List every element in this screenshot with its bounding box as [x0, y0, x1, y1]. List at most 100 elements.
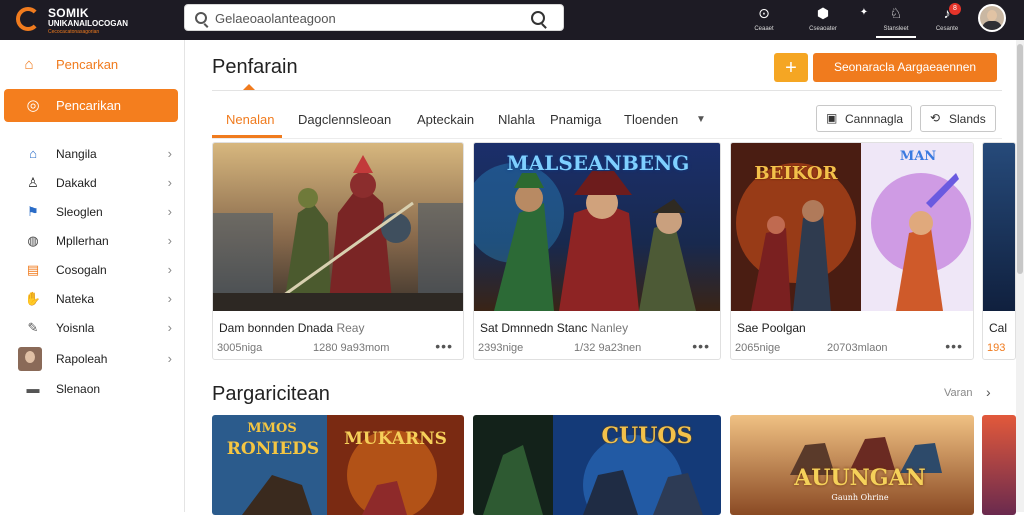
card-subtitle: Reay — [336, 321, 365, 335]
ticket-icon: ▤ — [26, 262, 40, 277]
nav-profile[interactable]: ♘ Stansleet — [876, 4, 916, 38]
title-divider — [212, 90, 1002, 91]
sidebar-item-nateka[interactable]: ✋ Nateka › — [24, 288, 180, 310]
sidebar-item-explore[interactable]: ◎ Pencarikan — [4, 89, 178, 122]
card-art-title: MALSEANBENG — [506, 151, 690, 175]
card-title: Dam bonnden Dnada Reay — [219, 321, 364, 335]
gamepad-icon: ◍ — [27, 233, 39, 248]
slands-button[interactable]: ⟲ Slands — [920, 105, 996, 132]
explore-icon: ◎ — [26, 97, 40, 114]
game-card[interactable]: MALSEANBENG Sat Dmnnedn Stanc Nanley 239… — [473, 142, 721, 360]
chevron-right-icon: › — [167, 233, 172, 248]
chevron-right-icon[interactable]: › — [986, 384, 991, 400]
search-submit-icon[interactable] — [531, 11, 545, 25]
tab-apteckain[interactable]: Apteckain — [417, 112, 474, 127]
chevron-right-icon: › — [167, 351, 172, 366]
card-art-title: BEIKOR — [754, 163, 838, 184]
user-icon: ♘ — [889, 5, 903, 21]
sidebar: ⌂ Pencarkan ◎ Pencarikan ⌂ Nangila › ♙ D… — [0, 40, 185, 512]
sidebar-item-cosogaln[interactable]: ▤ Cosogaln › — [24, 259, 180, 281]
game-card[interactable]: MMOS RONIEDS MUKARNS — [212, 415, 464, 515]
game-card[interactable]: BEIKOR MAN Sae Poolgan 2065nige 20703mla… — [730, 142, 974, 360]
sidebar-item-label: Mpllerhan — [56, 234, 109, 248]
tab-nenalan[interactable]: Nenalan — [226, 112, 274, 127]
tab-tloenden[interactable]: Tloenden — [624, 112, 678, 127]
search-bar — [184, 4, 564, 31]
card-art-subtitle: Gaunh Ohrine — [831, 493, 889, 502]
add-button[interactable]: + — [774, 53, 808, 82]
view-more-link[interactable]: Varan — [944, 387, 973, 399]
sidebar-item-slenaon[interactable]: ▬ Slenaon — [24, 378, 180, 400]
card-subtitle: Nanley — [590, 321, 629, 335]
tabs-divider — [212, 138, 1002, 139]
sidebar-item-label: Nangila — [56, 147, 97, 161]
search-input[interactable] — [215, 8, 515, 28]
logo[interactable]: SOMIK UNIKANAILOCOGAN Cecocacatonasagori… — [10, 4, 130, 36]
card-title-text: Dam bonnden Dnada — [219, 321, 334, 335]
sidebar-item-rapoleah[interactable]: Rapoleah › — [18, 347, 180, 371]
game-card[interactable]: Cal 193 — [982, 142, 1016, 360]
chevron-right-icon: › — [167, 175, 172, 190]
card-art-title: AUUNGAN — [794, 465, 926, 491]
more-options-icon[interactable]: ••• — [435, 338, 453, 354]
avatar-body — [982, 21, 1002, 30]
game-artwork — [983, 143, 1015, 311]
logo-title: SOMIK — [48, 6, 89, 20]
bell-icon: ♪ — [943, 5, 951, 21]
hand-icon: ✋ — [24, 291, 42, 306]
scrollbar-thumb[interactable] — [1017, 44, 1023, 274]
logo-mark-icon — [16, 7, 40, 31]
chevron-down-icon[interactable]: ▼ — [696, 114, 706, 125]
primary-action-button[interactable]: Seonaracla Aargaeaennen — [813, 53, 997, 82]
sidebar-item-label: Slenaon — [56, 382, 101, 396]
tab-pnamiga[interactable]: Pnamiga — [550, 112, 601, 127]
nav-explore[interactable]: ⊙ Ceaaet — [744, 4, 784, 38]
nav-games[interactable]: ⬢ Cseaoater — [803, 4, 843, 38]
card-art-title: MMOS — [247, 421, 297, 436]
sidebar-item-mpllerhan[interactable]: ◍ Mpllerhan › — [24, 230, 180, 252]
game-controller-icon: ⬢ — [816, 5, 830, 21]
sidebar-item-nangila[interactable]: ⌂ Nangila › — [24, 143, 180, 165]
nav-label: Cesante — [935, 26, 959, 32]
logo-tagline: Cecocacatonasagorian — [48, 29, 100, 35]
game-card[interactable]: AUUNGAN Gaunh Ohrine — [730, 415, 974, 515]
nav-label: Stansleet — [883, 26, 909, 32]
flag-icon: ⚑ — [27, 204, 39, 219]
game-artwork: BEIKOR MAN — [731, 143, 973, 311]
card-art-title: MAN — [899, 149, 937, 164]
sidebar-item-dakakd[interactable]: ♙ Dakakd › — [24, 172, 180, 194]
card-meta-left: 3005niga — [217, 342, 263, 354]
refresh-icon: ⟲ — [930, 111, 941, 125]
home-icon: ⌂ — [24, 56, 34, 73]
nav-label: Ceaaet — [754, 26, 774, 32]
button-label: Slands — [949, 112, 986, 126]
card-meta-left: 2393nige — [478, 342, 524, 354]
sidebar-item-label: Pencarkan — [56, 57, 119, 72]
notification-badge: 8 — [949, 3, 961, 15]
nav-notifications[interactable]: ♪ 8 Cesante — [927, 3, 967, 38]
tab-dagclennsleoan[interactable]: Dagclennsleoan — [298, 112, 391, 127]
wrench-icon: ✎ — [27, 320, 39, 335]
folder-icon: ▬ — [26, 381, 40, 396]
sidebar-item-yoisnla[interactable]: ✎ Yoisnla › — [24, 317, 180, 339]
cannagla-button[interactable]: ▣ Cannnagla — [816, 105, 912, 132]
sidebar-item-sleoglen[interactable]: ⚑ Sleoglen › — [24, 201, 180, 223]
card-title-text: Sat Dmnnedn Stanc — [480, 321, 588, 335]
card-title: Cal — [989, 321, 1008, 335]
avatar[interactable] — [978, 4, 1006, 32]
compass-icon: ⊙ — [758, 5, 770, 21]
sidebar-item-label: Rapoleah — [56, 352, 108, 366]
game-card[interactable]: CUUOS — [473, 415, 721, 515]
card-meta-right: 1280 9a93mom — [313, 342, 390, 354]
more-options-icon[interactable]: ••• — [945, 338, 963, 354]
section-title: Pargaricitean — [212, 383, 330, 405]
game-card[interactable] — [982, 415, 1016, 515]
more-options-icon[interactable]: ••• — [692, 338, 710, 354]
game-artwork: MALSEANBENG — [474, 143, 720, 311]
tab-nlahla[interactable]: Nlahla — [498, 112, 535, 127]
nav-label: Cseaoater — [809, 26, 837, 32]
card-title: Sae Poolgan — [737, 321, 806, 335]
sidebar-item-label: Yoisnla — [56, 321, 95, 335]
game-card[interactable]: Dam bonnden Dnada Reay 3005niga 1280 9a9… — [212, 142, 464, 360]
sidebar-item-home[interactable]: ⌂ Pencarkan — [20, 54, 180, 76]
